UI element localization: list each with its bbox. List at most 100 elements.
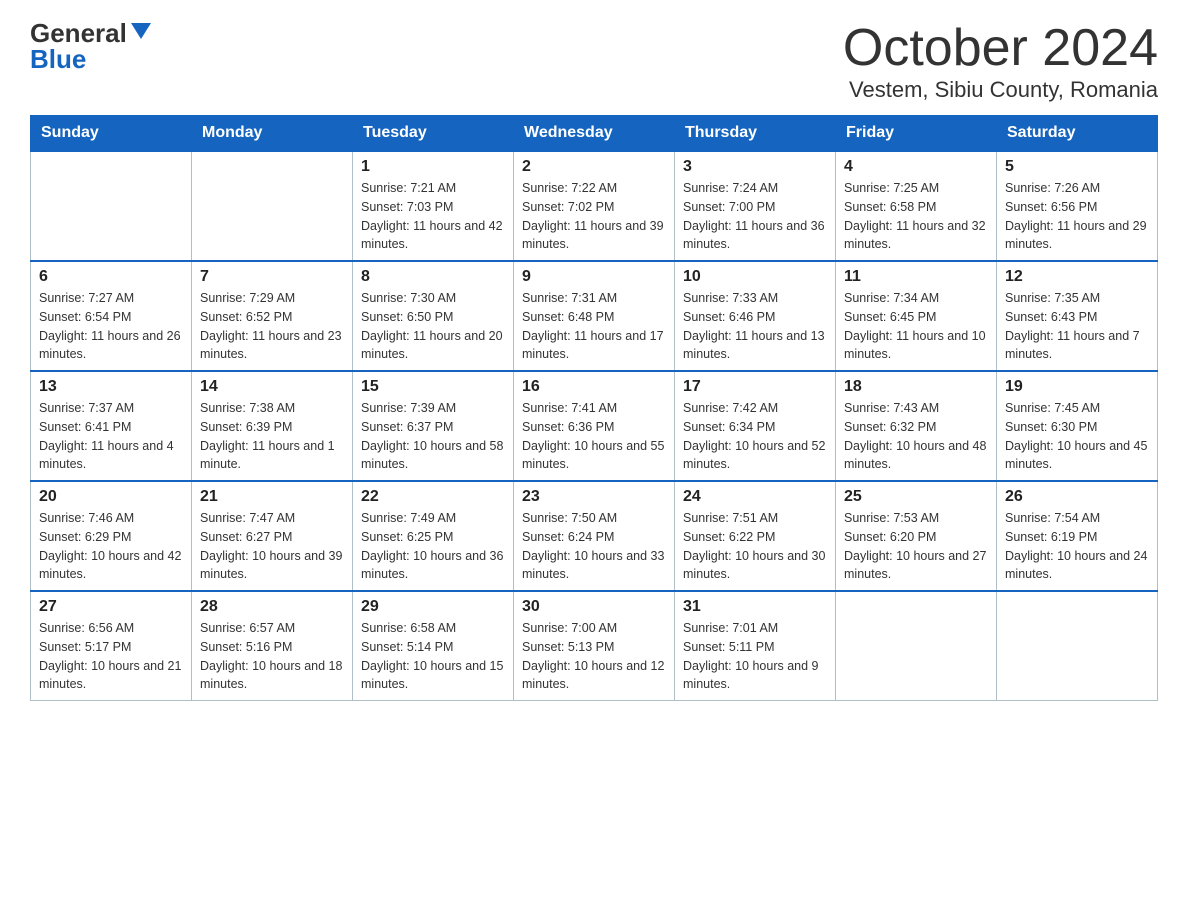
day-number: 15 [361, 378, 505, 396]
day-number: 4 [844, 158, 988, 176]
day-info: Sunrise: 7:22 AMSunset: 7:02 PMDaylight:… [522, 179, 666, 254]
day-number: 2 [522, 158, 666, 176]
day-info: Sunrise: 7:30 AMSunset: 6:50 PMDaylight:… [361, 289, 505, 364]
day-info: Sunrise: 7:49 AMSunset: 6:25 PMDaylight:… [361, 509, 505, 584]
location-title: Vestem, Sibiu County, Romania [843, 77, 1158, 103]
day-number: 5 [1005, 158, 1149, 176]
day-info: Sunrise: 7:33 AMSunset: 6:46 PMDaylight:… [683, 289, 827, 364]
day-number: 23 [522, 488, 666, 506]
day-info: Sunrise: 7:37 AMSunset: 6:41 PMDaylight:… [39, 399, 183, 474]
day-info: Sunrise: 7:47 AMSunset: 6:27 PMDaylight:… [200, 509, 344, 584]
day-info: Sunrise: 7:35 AMSunset: 6:43 PMDaylight:… [1005, 289, 1149, 364]
day-number: 11 [844, 268, 988, 286]
calendar-cell: 4 Sunrise: 7:25 AMSunset: 6:58 PMDaylight… [836, 151, 997, 261]
day-info: Sunrise: 7:39 AMSunset: 6:37 PMDaylight:… [361, 399, 505, 474]
day-info: Sunrise: 7:21 AMSunset: 7:03 PMDaylight:… [361, 179, 505, 254]
calendar-cell: 7 Sunrise: 7:29 AMSunset: 6:52 PMDaylight… [192, 261, 353, 371]
calendar-header-monday: Monday [192, 116, 353, 152]
title-block: October 2024 Vestem, Sibiu County, Roman… [843, 20, 1158, 103]
day-info: Sunrise: 7:50 AMSunset: 6:24 PMDaylight:… [522, 509, 666, 584]
day-info: Sunrise: 7:31 AMSunset: 6:48 PMDaylight:… [522, 289, 666, 364]
calendar-cell: 5 Sunrise: 7:26 AMSunset: 6:56 PMDaylight… [997, 151, 1158, 261]
calendar-cell: 6Sunrise: 7:27 AMSunset: 6:54 PMDaylight… [31, 261, 192, 371]
day-info: Sunrise: 7:34 AMSunset: 6:45 PMDaylight:… [844, 289, 988, 364]
calendar-cell: 30 Sunrise: 7:00 AMSunset: 5:13 PMDayligh… [514, 591, 675, 701]
day-info: Sunrise: 7:25 AMSunset: 6:58 PMDaylight:… [844, 179, 988, 254]
day-info: Sunrise: 7:41 AMSunset: 6:36 PMDaylight:… [522, 399, 666, 474]
day-number: 19 [1005, 378, 1149, 396]
day-info: Sunrise: 7:27 AMSunset: 6:54 PMDaylight:… [39, 289, 183, 364]
calendar-cell: 29 Sunrise: 6:58 AMSunset: 5:14 PMDayligh… [353, 591, 514, 701]
day-number: 28 [200, 598, 344, 616]
calendar-cell [31, 151, 192, 261]
day-number: 13 [39, 378, 183, 396]
day-info: Sunrise: 7:53 AMSunset: 6:20 PMDaylight:… [844, 509, 988, 584]
calendar-cell: 15 Sunrise: 7:39 AMSunset: 6:37 PMDayligh… [353, 371, 514, 481]
calendar-week-5: 27 Sunrise: 6:56 AMSunset: 5:17 PMDayligh… [31, 591, 1158, 701]
day-info: Sunrise: 7:38 AMSunset: 6:39 PMDaylight:… [200, 399, 344, 474]
calendar-cell: 21Sunrise: 7:47 AMSunset: 6:27 PMDayligh… [192, 481, 353, 591]
day-info: Sunrise: 7:01 AMSunset: 5:11 PMDaylight:… [683, 619, 827, 694]
day-info: Sunrise: 6:57 AMSunset: 5:16 PMDaylight:… [200, 619, 344, 694]
day-number: 27 [39, 598, 183, 616]
calendar-cell: 23 Sunrise: 7:50 AMSunset: 6:24 PMDayligh… [514, 481, 675, 591]
day-info: Sunrise: 7:00 AMSunset: 5:13 PMDaylight:… [522, 619, 666, 694]
calendar-cell: 17 Sunrise: 7:42 AMSunset: 6:34 PMDayligh… [675, 371, 836, 481]
page-header: General Blue October 2024 Vestem, Sibiu … [30, 20, 1158, 103]
calendar-cell [997, 591, 1158, 701]
day-number: 3 [683, 158, 827, 176]
day-number: 10 [683, 268, 827, 286]
day-number: 12 [1005, 268, 1149, 286]
calendar-cell: 20 Sunrise: 7:46 AMSunset: 6:29 PMDayligh… [31, 481, 192, 591]
logo-triangle-icon [131, 23, 151, 39]
day-info: Sunrise: 7:45 AMSunset: 6:30 PMDaylight:… [1005, 399, 1149, 474]
day-number: 26 [1005, 488, 1149, 506]
day-info: Sunrise: 7:24 AMSunset: 7:00 PMDaylight:… [683, 179, 827, 254]
calendar-week-2: 6Sunrise: 7:27 AMSunset: 6:54 PMDaylight… [31, 261, 1158, 371]
month-title: October 2024 [843, 20, 1158, 77]
calendar-cell: 8 Sunrise: 7:30 AMSunset: 6:50 PMDaylight… [353, 261, 514, 371]
calendar-week-1: 1 Sunrise: 7:21 AMSunset: 7:03 PMDaylight… [31, 151, 1158, 261]
logo-general-text: General [30, 20, 127, 46]
calendar-week-4: 20 Sunrise: 7:46 AMSunset: 6:29 PMDayligh… [31, 481, 1158, 591]
calendar-cell: 19 Sunrise: 7:45 AMSunset: 6:30 PMDayligh… [997, 371, 1158, 481]
calendar-cell: 12 Sunrise: 7:35 AMSunset: 6:43 PMDayligh… [997, 261, 1158, 371]
day-info: Sunrise: 7:42 AMSunset: 6:34 PMDaylight:… [683, 399, 827, 474]
calendar-cell: 27 Sunrise: 6:56 AMSunset: 5:17 PMDayligh… [31, 591, 192, 701]
day-number: 17 [683, 378, 827, 396]
day-number: 18 [844, 378, 988, 396]
day-info: Sunrise: 6:58 AMSunset: 5:14 PMDaylight:… [361, 619, 505, 694]
day-number: 20 [39, 488, 183, 506]
calendar-cell: 28 Sunrise: 6:57 AMSunset: 5:16 PMDayligh… [192, 591, 353, 701]
calendar-header-thursday: Thursday [675, 116, 836, 152]
calendar-cell: 31 Sunrise: 7:01 AMSunset: 5:11 PMDayligh… [675, 591, 836, 701]
day-info: Sunrise: 7:51 AMSunset: 6:22 PMDaylight:… [683, 509, 827, 584]
day-info: Sunrise: 7:43 AMSunset: 6:32 PMDaylight:… [844, 399, 988, 474]
calendar-header-wednesday: Wednesday [514, 116, 675, 152]
day-info: Sunrise: 7:46 AMSunset: 6:29 PMDaylight:… [39, 509, 183, 584]
day-number: 16 [522, 378, 666, 396]
day-number: 24 [683, 488, 827, 506]
calendar-cell [836, 591, 997, 701]
day-number: 1 [361, 158, 505, 176]
calendar-cell: 26 Sunrise: 7:54 AMSunset: 6:19 PMDayligh… [997, 481, 1158, 591]
calendar-week-3: 13 Sunrise: 7:37 AMSunset: 6:41 PMDayligh… [31, 371, 1158, 481]
calendar-cell: 13 Sunrise: 7:37 AMSunset: 6:41 PMDayligh… [31, 371, 192, 481]
calendar-header-friday: Friday [836, 116, 997, 152]
day-number: 8 [361, 268, 505, 286]
calendar-cell: 16 Sunrise: 7:41 AMSunset: 6:36 PMDayligh… [514, 371, 675, 481]
calendar-cell: 9Sunrise: 7:31 AMSunset: 6:48 PMDaylight… [514, 261, 675, 371]
logo: General Blue [30, 20, 151, 72]
calendar-cell: 11 Sunrise: 7:34 AMSunset: 6:45 PMDayligh… [836, 261, 997, 371]
day-info: Sunrise: 6:56 AMSunset: 5:17 PMDaylight:… [39, 619, 183, 694]
day-info: Sunrise: 7:26 AMSunset: 6:56 PMDaylight:… [1005, 179, 1149, 254]
day-number: 7 [200, 268, 344, 286]
day-info: Sunrise: 7:54 AMSunset: 6:19 PMDaylight:… [1005, 509, 1149, 584]
day-number: 14 [200, 378, 344, 396]
day-info: Sunrise: 7:29 AMSunset: 6:52 PMDaylight:… [200, 289, 344, 364]
calendar-table: SundayMondayTuesdayWednesdayThursdayFrid… [30, 115, 1158, 701]
day-number: 30 [522, 598, 666, 616]
day-number: 29 [361, 598, 505, 616]
day-number: 31 [683, 598, 827, 616]
calendar-cell: 22Sunrise: 7:49 AMSunset: 6:25 PMDayligh… [353, 481, 514, 591]
